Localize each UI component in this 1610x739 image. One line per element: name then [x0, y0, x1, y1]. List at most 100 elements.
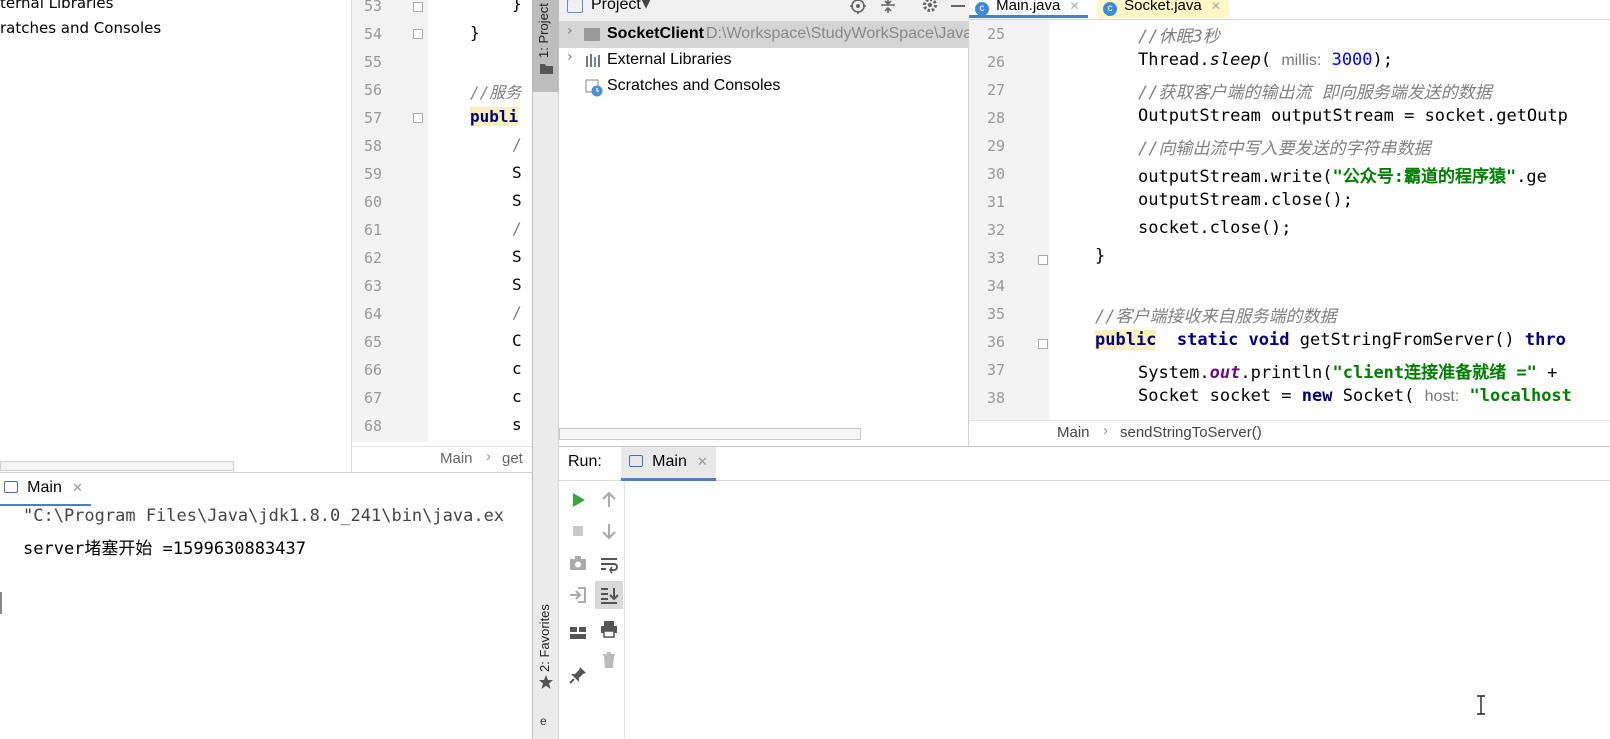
- trash-icon[interactable]: [597, 648, 621, 672]
- line-number: 37: [986, 361, 1005, 379]
- breadcrumb-item[interactable]: Main: [1057, 424, 1090, 441]
- code-token: OutputStream outputStream = socket.getOu…: [1138, 106, 1568, 126]
- code-line: c: [512, 359, 522, 378]
- project-panel: Project ▼ › SocketClient D:\Workspace\St…: [559, 0, 972, 446]
- close-icon[interactable]: ✕: [1211, 0, 1221, 13]
- line-number: 32: [986, 221, 1005, 239]
- run-panel-header: Run: Main ✕: [559, 447, 1610, 481]
- code-string: "client连接准备就绪 =": [1332, 363, 1537, 383]
- run-icon[interactable]: [566, 488, 590, 512]
- fold-marker[interactable]: [413, 113, 423, 123]
- line-number: 38: [986, 389, 1005, 407]
- code-token: (: [1260, 50, 1282, 70]
- tree-item-external-libraries[interactable]: › External Libraries: [559, 48, 969, 74]
- chevron-right-icon: ›: [1103, 422, 1108, 439]
- code-line: /: [512, 219, 522, 238]
- breadcrumb-item[interactable]: get: [502, 450, 523, 467]
- left-editor[interactable]: 53 54 55 56 57 58 59 60 61 62 63 64 65 6…: [352, 0, 532, 472]
- param-hint: host:: [1424, 388, 1460, 405]
- collapse-all-icon[interactable]: [879, 0, 897, 16]
- project-view-dropdown[interactable]: Project: [591, 0, 641, 14]
- close-icon[interactable]: ✕: [697, 454, 708, 469]
- code-field: out: [1209, 363, 1241, 383]
- tree-item-scratches[interactable]: Scratches and Consoles: [559, 74, 969, 100]
- line-number: 25: [986, 25, 1005, 43]
- close-icon[interactable]: ✕: [1070, 0, 1080, 13]
- left-console-output[interactable]: "C:\Program Files\Java\jdk1.8.0_241\bin\…: [0, 506, 532, 739]
- line-number: 53: [363, 0, 382, 15]
- breadcrumb-item[interactable]: sendStringToServer(): [1120, 424, 1262, 441]
- line-number: 33: [986, 249, 1005, 267]
- java-class-icon: c: [1103, 2, 1117, 16]
- code-token: System.: [1138, 363, 1210, 383]
- chevron-right-icon: ›: [486, 448, 491, 465]
- project-tool-button[interactable]: 1: Project: [533, 0, 559, 92]
- tree-item-label: External Libraries: [607, 51, 732, 68]
- line-number: 61: [363, 221, 382, 239]
- line-number: 29: [986, 137, 1005, 155]
- camera-icon[interactable]: [566, 551, 590, 575]
- up-arrow-icon[interactable]: [597, 488, 621, 512]
- login-icon[interactable]: [566, 583, 590, 607]
- line-number: 58: [363, 137, 382, 155]
- library-icon: [586, 54, 600, 67]
- scroll-to-end-toggle[interactable]: [595, 581, 623, 609]
- param-hint: millis:: [1281, 52, 1322, 69]
- breadcrumb-item[interactable]: Main: [440, 450, 473, 467]
- tab-socket-java[interactable]: c Socket.java ✕: [1097, 0, 1229, 18]
- print-icon[interactable]: [597, 617, 621, 641]
- chevron-right-icon[interactable]: ›: [567, 23, 573, 39]
- line-number: 57: [363, 109, 382, 127]
- code-comment: //向输出流中写入要发送的字符串数据: [1138, 139, 1431, 159]
- fold-marker[interactable]: [1038, 339, 1048, 349]
- line-number: 34: [986, 277, 1005, 295]
- gear-icon[interactable]: [921, 0, 939, 15]
- left-breadcrumb: Main › get: [352, 446, 532, 472]
- code-line: /: [512, 303, 522, 322]
- star-icon[interactable]: [538, 674, 554, 690]
- code-number: 3000: [1331, 50, 1373, 70]
- tab-main-java[interactable]: c Main.java ✕: [969, 0, 1088, 18]
- locate-icon[interactable]: [849, 0, 867, 16]
- layout-icon[interactable]: [566, 621, 590, 645]
- code-line: /: [512, 135, 522, 154]
- console-icon: [4, 481, 18, 493]
- pin-icon[interactable]: [566, 663, 590, 687]
- tree-item-scratches[interactable]: ratches and Consoles: [0, 19, 161, 37]
- fold-marker[interactable]: [1038, 255, 1048, 265]
- left-tree-horizontal-scrollbar[interactable]: [0, 461, 234, 471]
- fold-marker[interactable]: [413, 2, 423, 12]
- line-number: 68: [363, 417, 382, 435]
- down-arrow-icon[interactable]: [597, 519, 621, 543]
- scroll-thumb[interactable]: [0, 592, 2, 614]
- chevron-down-icon[interactable]: ▼: [641, 0, 651, 11]
- editor-tabbar: c Main.java ✕ c Socket.java ✕: [969, 0, 1610, 20]
- favorites-tool-button[interactable]: 2: Favorites: [533, 602, 559, 682]
- folder-icon: [584, 28, 600, 41]
- code-token: }: [1095, 246, 1106, 266]
- run-label: Run:: [568, 453, 602, 470]
- editor-gutter: 25 26 27 28 29 30 31 32 33 34 35 36 37 3…: [969, 20, 1049, 420]
- code-token: Socket socket =: [1138, 386, 1302, 406]
- run-tab-main[interactable]: Main ✕: [621, 447, 716, 481]
- project-horizontal-scrollbar[interactable]: [559, 428, 861, 440]
- tree-item-external-libraries[interactable]: ternal Libraries: [0, 0, 113, 12]
- text-cursor-icon: [1477, 695, 1485, 715]
- left-run-tab-main[interactable]: Main ✕: [0, 473, 91, 507]
- chevron-right-icon[interactable]: ›: [567, 49, 573, 65]
- line-number: 26: [986, 53, 1005, 71]
- code-line: S: [512, 247, 522, 266]
- code-line: C: [512, 331, 522, 350]
- code-keyword: thro: [1524, 330, 1566, 350]
- stop-icon[interactable]: [566, 519, 590, 543]
- soft-wrap-icon[interactable]: [597, 552, 621, 576]
- code-token: sleep: [1209, 50, 1261, 70]
- line-number: 64: [363, 305, 382, 323]
- run-console-output[interactable]: [625, 481, 1610, 739]
- code-content[interactable]: //休眠3秒 Thread.sleep( millis: 3000); //获取…: [1049, 20, 1610, 420]
- fold-marker[interactable]: [413, 29, 423, 39]
- close-icon[interactable]: ✕: [72, 480, 83, 495]
- line-number: 66: [363, 361, 382, 379]
- tree-item-socketclient[interactable]: › SocketClient D:\Workspace\StudyWorkSpa…: [559, 22, 972, 48]
- minimize-icon[interactable]: [951, 5, 965, 7]
